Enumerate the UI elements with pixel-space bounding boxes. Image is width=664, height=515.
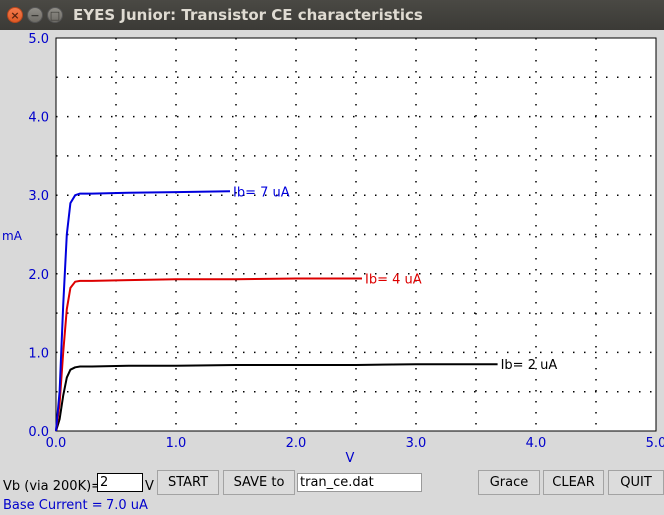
x-tick-label: 4.0	[526, 436, 547, 451]
x-tick-label: 2.0	[286, 436, 307, 451]
vb-input[interactable]: 2	[97, 473, 143, 492]
close-icon: ×	[10, 8, 20, 22]
minimize-icon: −	[30, 8, 40, 22]
y-tick-label: 2.0	[28, 268, 49, 283]
start-button[interactable]: START	[157, 470, 219, 495]
base-current-label: Base Current =	[3, 498, 103, 513]
x-tick-label: 1.0	[166, 436, 187, 451]
title-bar: × − □ EYES Junior: Transistor CE charact…	[0, 0, 664, 30]
y-tick-label: 4.0	[28, 111, 49, 126]
vb-unit: V	[145, 479, 154, 494]
vb-label: Vb (via 200K)=	[3, 479, 103, 494]
window-close-button[interactable]: ×	[7, 7, 23, 23]
series-label-3: Ib= 7 uA	[233, 185, 290, 200]
base-current-value: 7.0 uA	[106, 498, 148, 513]
y-tick-label: 5.0	[28, 32, 49, 47]
window-title: EYES Junior: Transistor CE characteristi…	[73, 6, 423, 24]
series-label-2: Ib= 4 uA	[365, 273, 422, 288]
series-label-1: Ib= 2 uA	[501, 358, 558, 373]
quit-button[interactable]: QUIT	[608, 470, 664, 495]
y-tick-label: 1.0	[28, 346, 49, 361]
save-to-button[interactable]: SAVE to	[223, 470, 295, 495]
y-tick-label: 3.0	[28, 189, 49, 204]
x-tick-label: 5.0	[646, 436, 664, 451]
maximize-icon: □	[49, 8, 61, 22]
plot-canvas: 0.0 1.0 2.0 3.0 4.0 5.00.01.02.03.04.05.0VmAI…	[2, 32, 664, 465]
window-minimize-button[interactable]: −	[27, 7, 43, 23]
clear-button[interactable]: CLEAR	[543, 470, 604, 495]
x-axis-label: V	[346, 451, 355, 465]
window-maximize-button[interactable]: □	[47, 7, 63, 23]
x-tick-label: 3.0	[406, 436, 427, 451]
y-axis-label: mA	[2, 229, 23, 243]
plot-area	[55, 37, 657, 432]
filename-input[interactable]: tran_ce.dat	[297, 473, 422, 492]
y-tick-label: 0.0	[28, 425, 49, 440]
grace-button[interactable]: Grace	[478, 470, 540, 495]
